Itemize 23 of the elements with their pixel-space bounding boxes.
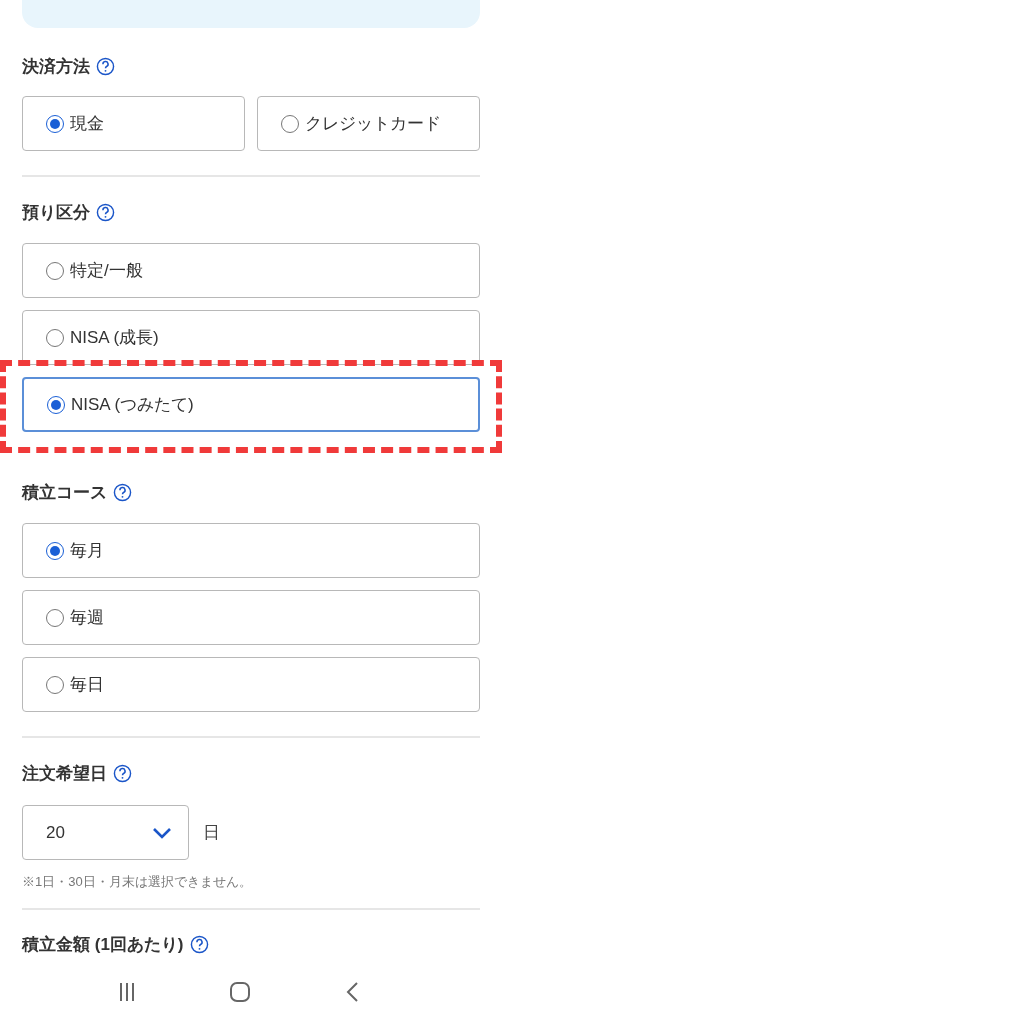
home-icon[interactable] (228, 980, 252, 1004)
help-icon[interactable] (113, 763, 132, 783)
day-select[interactable]: 20 (22, 805, 189, 860)
section-label: 積立金額 (1回あたり) (22, 936, 184, 953)
help-icon[interactable] (96, 56, 115, 76)
unit-label: 日 (203, 821, 220, 844)
radio-option[interactable]: NISA (成長) (22, 310, 480, 365)
help-icon[interactable] (189, 935, 209, 954)
help-icon[interactable] (113, 482, 132, 502)
radio-option[interactable]: クレジットカード (257, 96, 480, 151)
radio-option[interactable]: 毎週 (22, 590, 480, 645)
radio-option[interactable]: NISA (つみたて) (22, 377, 480, 432)
section-label: 注文希望日 (22, 764, 107, 782)
radio-option[interactable]: 特定/一般 (22, 243, 480, 298)
section-label: 積立コース (22, 483, 107, 501)
section-label: 決済方法 (22, 57, 90, 75)
note-text: ※1日・30日・月末は選択できません。 (22, 873, 253, 891)
section-label: 預り区分 (22, 203, 90, 221)
help-icon[interactable] (96, 202, 115, 222)
radio-option[interactable]: 現金 (22, 96, 245, 151)
radio-option[interactable]: 毎月 (22, 523, 480, 578)
radio-option[interactable]: 毎日 (22, 657, 480, 712)
chevron-down-icon (152, 826, 172, 839)
